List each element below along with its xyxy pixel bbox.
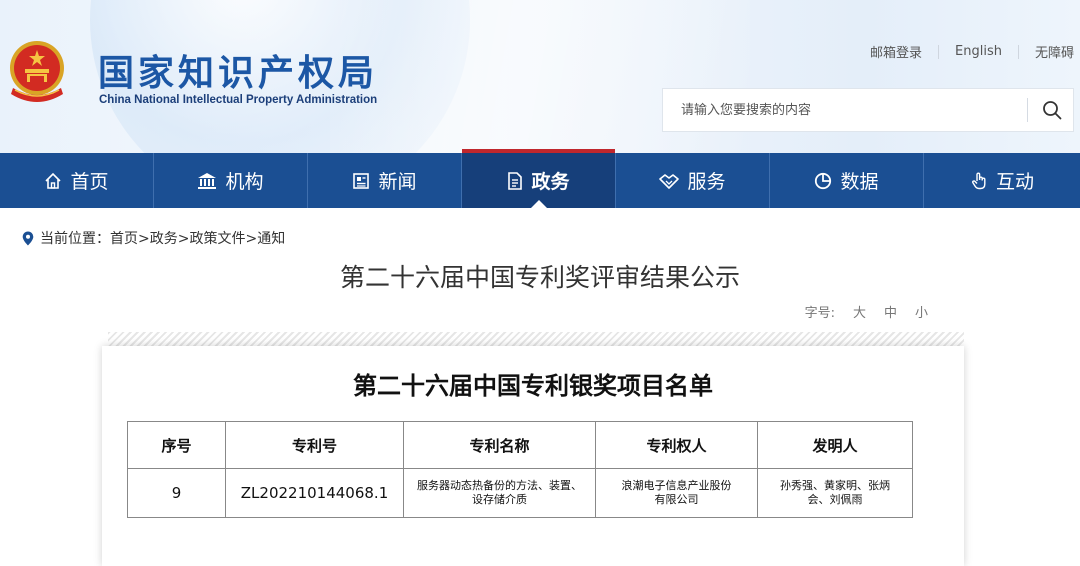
content-hatch-divider	[108, 332, 964, 346]
search-icon	[1043, 101, 1062, 120]
site-header: 国家知识产权局 China National Intellectual Prop…	[0, 0, 1080, 153]
font-size-small-button[interactable]: 小	[915, 302, 928, 321]
nav-item-label: 互动	[995, 171, 1034, 193]
table-row: 9 ZL202210144068.1 服务器动态热备份的方法、装置、设存储介质 …	[127, 468, 913, 518]
table-header-cell: 序号	[127, 421, 226, 469]
search-button[interactable]	[1031, 89, 1073, 131]
top-links: 邮箱登录 English 无障碍	[870, 42, 1074, 61]
document-sheet: 第二十六届中国专利银奖项目名单 序号 专利号 专利名称 专利权人 发明人 9 Z…	[102, 346, 964, 566]
hand-pointer-icon	[970, 172, 988, 190]
nav-item-label: 新闻	[378, 171, 417, 193]
page-title: 第二十六届中国专利奖评审结果公示	[339, 263, 740, 292]
nav-item-services[interactable]: 服务	[616, 153, 770, 208]
location-pin-icon	[22, 231, 34, 246]
search-input[interactable]	[663, 89, 1025, 131]
table-header-cell: 发明人	[757, 421, 913, 469]
accessibility-link[interactable]: 无障碍	[1035, 42, 1074, 61]
document-icon	[507, 171, 523, 190]
table-header-row: 序号 专利号 专利名称 专利权人 发明人	[127, 421, 913, 469]
institution-icon	[197, 172, 217, 190]
site-logo-chinese[interactable]: 国家知识产权局	[98, 44, 378, 96]
search-box	[662, 88, 1074, 132]
mail-login-link[interactable]: 邮箱登录	[870, 42, 922, 61]
nav-item-label: 政务	[531, 171, 570, 193]
nav-item-institution[interactable]: 机构	[154, 153, 308, 208]
nav-item-label: 数据	[840, 171, 879, 193]
table-header-cell: 专利号	[225, 421, 404, 469]
main-nav: 首页 机构 新闻 政务 服务 数据 互动	[0, 149, 1080, 208]
table-cell: 浪潮电子信息产业股份有限公司	[595, 468, 758, 518]
breadcrumb: 当前位置：首页>政务>政策文件>通知	[22, 228, 285, 248]
nav-item-label: 服务	[687, 171, 726, 193]
award-list-table: 序号 专利号 专利名称 专利权人 发明人 9 ZL202210144068.1 …	[127, 421, 913, 518]
breadcrumb-text[interactable]: 当前位置：首页>政务>政策文件>通知	[40, 228, 285, 248]
link-divider	[938, 44, 940, 59]
table-cell: 9	[127, 468, 226, 518]
table-cell: 孙秀强、黄家明、张炳会、刘佩雨	[757, 468, 913, 518]
handshake-icon	[659, 172, 680, 190]
nav-item-government-affairs[interactable]: 政务	[462, 149, 616, 208]
nav-item-data[interactable]: 数据	[770, 153, 924, 208]
link-divider	[1017, 44, 1019, 59]
search-divider	[1027, 98, 1028, 122]
national-emblem-icon[interactable]	[5, 38, 69, 110]
english-link[interactable]: English	[955, 44, 1002, 59]
nav-item-interaction[interactable]: 互动	[924, 153, 1080, 208]
news-icon	[352, 172, 370, 190]
site-logo-english[interactable]: China National Intellectual Property Adm…	[99, 94, 377, 106]
font-size-switcher: 字号: 大 中 小	[805, 302, 928, 321]
nav-item-news[interactable]: 新闻	[308, 153, 462, 208]
pie-chart-icon	[814, 172, 832, 190]
nav-item-home[interactable]: 首页	[0, 153, 154, 208]
document-title: 第二十六届中国专利银奖项目名单	[353, 371, 713, 400]
table-header-cell: 专利名称	[403, 421, 596, 469]
table-header-cell: 专利权人	[595, 421, 758, 469]
table-cell: 服务器动态热备份的方法、装置、设存储介质	[403, 468, 596, 518]
font-size-large-button[interactable]: 大	[853, 302, 866, 321]
font-size-label: 字号:	[804, 306, 835, 321]
nav-item-label: 首页	[70, 171, 109, 193]
table-cell: ZL202210144068.1	[225, 468, 404, 518]
home-icon	[44, 172, 62, 190]
nav-item-label: 机构	[225, 171, 264, 193]
font-size-medium-button[interactable]: 中	[884, 302, 897, 321]
